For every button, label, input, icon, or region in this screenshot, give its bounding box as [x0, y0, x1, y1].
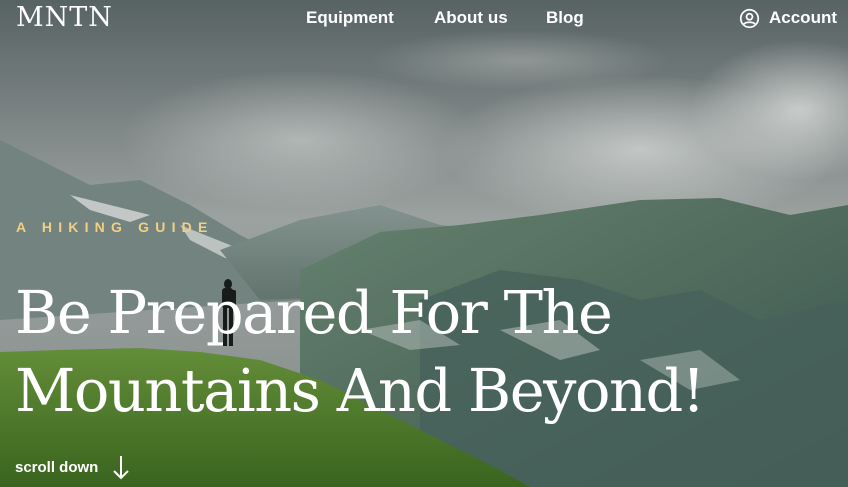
- arrow-down-icon: [113, 456, 130, 480]
- account-button[interactable]: Account: [739, 7, 837, 29]
- nav-link-equipment[interactable]: Equipment: [306, 8, 394, 28]
- nav-link-blog[interactable]: Blog: [546, 8, 584, 28]
- hero-section: MNTN Equipment About us Blog Account A H…: [0, 0, 848, 487]
- scroll-down-label: scroll down: [15, 458, 99, 476]
- hero-headline-line-1: Be Prepared For The: [15, 278, 613, 347]
- user-circle-icon: [739, 8, 760, 28]
- hero-headline: Be Prepared For The Mountains And Beyond…: [15, 274, 705, 430]
- nav-link-about-us[interactable]: About us: [434, 8, 508, 28]
- brand-logo[interactable]: MNTN: [16, 2, 113, 33]
- scroll-down-link[interactable]: scroll down: [15, 454, 130, 480]
- top-navigation: MNTN Equipment About us Blog Account: [0, 0, 848, 38]
- hero-eyebrow: A HIKING GUIDE: [16, 219, 214, 235]
- hero-headline-line-2: Mountains And Beyond!: [15, 356, 705, 425]
- account-label: Account: [769, 8, 837, 27]
